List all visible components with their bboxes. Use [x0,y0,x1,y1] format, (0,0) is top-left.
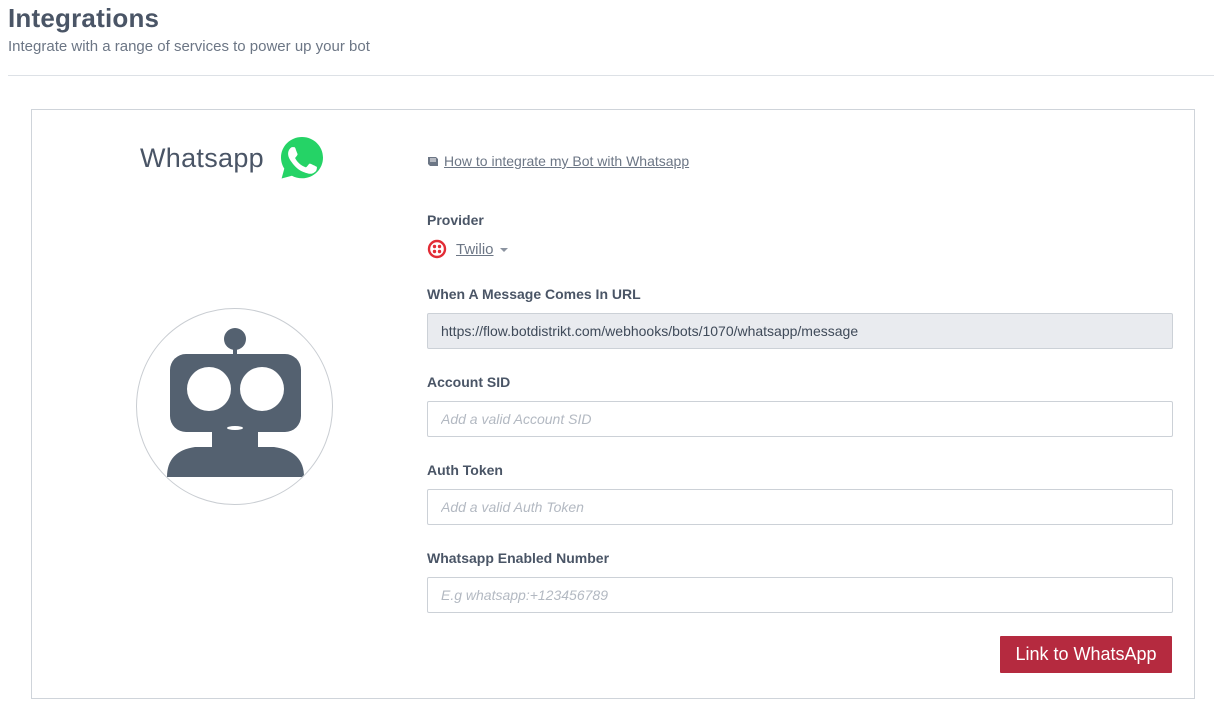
integration-brand: Whatsapp [140,134,326,182]
provider-dropdown[interactable]: Twilio [427,239,508,259]
whatsapp-integration-card: Whatsapp How to integrate my Bot with Wh… [31,109,1195,699]
message-url-field[interactable] [427,313,1173,349]
integration-guide-label: How to integrate my Bot with Whatsapp [444,153,690,169]
integration-info-column: Whatsapp [32,110,422,698]
integration-name: Whatsapp [140,142,264,173]
whatsapp-number-label: Whatsapp Enabled Number [427,550,610,566]
message-url-label: When A Message Comes In URL [427,286,641,302]
provider-selected-value: Twilio [456,240,494,258]
integrations-page: Integrations Integrate with a range of s… [0,0,1215,719]
provider-label: Provider [427,212,484,228]
page-title: Integrations [8,3,160,33]
integration-guide-link[interactable]: How to integrate my Bot with Whatsapp [427,153,689,169]
link-to-whatsapp-button[interactable]: Link to WhatsApp [1000,636,1172,673]
auth-token-field[interactable] [427,489,1173,525]
account-sid-label: Account SID [427,374,511,390]
account-sid-field[interactable] [427,401,1173,437]
whatsapp-number-field[interactable] [427,577,1173,613]
chevron-down-icon [499,248,508,252]
twilio-icon [427,239,447,259]
whatsapp-icon [280,137,323,179]
header-divider [8,75,1214,76]
bot-avatar [136,308,333,505]
integration-form: How to integrate my Bot with Whatsapp Pr… [427,110,1194,698]
page-subtitle: Integrate with a range of services to po… [8,38,370,55]
book-icon [428,156,438,166]
auth-token-label: Auth Token [427,462,503,478]
robot-avatar-icon [167,328,304,477]
